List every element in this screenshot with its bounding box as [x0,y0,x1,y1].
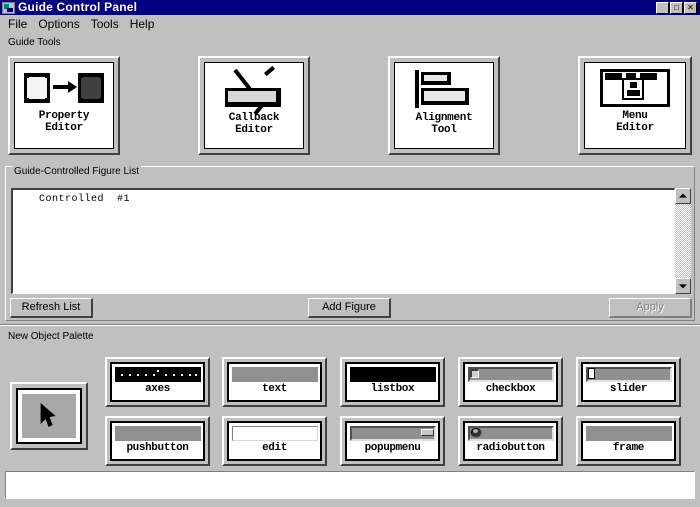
minimize-icon: _ [659,3,666,15]
add-figure-button[interactable]: Add Figure [308,298,391,318]
alignment-tool-face: Alignment Tool [394,62,494,149]
menu-editor-caption: Menu Editor [616,110,654,134]
close-icon: ✕ [687,2,694,12]
palette-item-frame-face: frame [581,421,676,461]
palette-item-pushbutton-label: pushbutton [126,442,189,454]
select-arrow-tool[interactable] [10,382,88,450]
window-controls: _ □ ✕ [656,1,697,15]
callback-editor-button[interactable]: Callback Editor [198,56,310,155]
palette-item-pushbutton-face: pushbutton [110,421,205,461]
alignment-tool-caption-line1: Alignment [415,112,473,124]
palette-item-popupmenu[interactable]: popupmenu [340,416,445,466]
palette-item-listbox-label: listbox [370,383,415,395]
close-button[interactable]: ✕ [684,1,697,14]
checkbox-glyph-icon [467,367,554,382]
title-bar: Guide Control Panel _ □ ✕ [0,0,700,15]
minimize-button[interactable]: _ [656,1,669,15]
select-arrow-tool-face [22,394,76,438]
figure-list-scrollbar[interactable] [675,188,691,294]
callback-editor-icon [223,65,285,116]
new-object-palette-label: New Object Palette [8,331,94,342]
palette-item-radiobutton-face: radiobutton [463,421,558,461]
menu-editor-button[interactable]: Menu Editor [578,56,692,155]
callback-editor-face: Callback Editor [204,62,304,149]
palette-item-edit-face: edit [227,421,322,461]
palette-item-text-face: text [227,362,322,402]
property-editor-face: Property Editor [14,62,114,149]
menu-editor-icon [600,69,670,107]
palette-item-edit[interactable]: edit [222,416,327,466]
palette-item-listbox[interactable]: listbox [340,357,445,407]
edit-glyph-icon [231,426,318,441]
palette-item-popupmenu-label: popupmenu [364,442,421,454]
scroll-down-arrow-icon [679,284,687,289]
alignment-tool-caption: Alignment Tool [416,112,473,136]
listbox-glyph-icon [349,367,436,382]
callback-editor-caption: Callback Editor [229,112,280,136]
palette-item-frame-label: frame [612,442,644,454]
system-menu-icon[interactable] [2,1,15,14]
arrow-cursor-icon [40,403,56,427]
palette-item-radiobutton[interactable]: radiobutton [458,416,563,466]
maximize-button[interactable]: □ [670,1,683,14]
menu-options[interactable]: Options [36,16,88,32]
scroll-up-arrow-icon [679,193,687,198]
palette-item-radiobutton-label: radiobutton [476,442,545,454]
axes-glyph-icon [114,367,201,382]
menu-editor-caption-line2: Editor [616,122,654,134]
menu-editor-caption-line1: Menu [622,110,648,122]
palette-item-axes-label: axes [145,383,170,395]
menu-help[interactable]: Help [128,16,164,32]
palette-item-edit-label: edit [262,442,287,454]
palette-item-slider[interactable]: slider [576,357,681,407]
menu-file[interactable]: File [6,16,36,32]
popupmenu-glyph-icon [349,426,436,441]
alignment-tool-icon [413,69,475,109]
property-editor-caption-line1: Property [38,110,90,122]
menu-editor-face: Menu Editor [584,62,686,149]
callback-editor-caption-line2: Editor [235,124,273,136]
guide-control-panel-window: Guide Control Panel _ □ ✕ File Options T… [0,0,700,507]
scroll-down-button[interactable] [675,278,691,294]
palette-item-slider-face: slider [581,362,676,402]
palette-item-text-label: text [262,383,287,395]
property-editor-icon [20,69,108,107]
palette-item-axes[interactable]: axes [105,357,210,407]
window-title: Guide Control Panel [18,0,138,14]
slider-glyph-icon [585,367,672,382]
property-editor-caption-line2: Editor [45,122,83,134]
pushbutton-glyph-icon [114,426,201,441]
apply-button[interactable]: Apply [609,298,692,318]
palette-item-listbox-face: listbox [345,362,440,402]
property-editor-caption: Property Editor [38,110,90,134]
palette-item-checkbox[interactable]: checkbox [458,357,563,407]
palette-item-checkbox-face: checkbox [463,362,558,402]
guide-tools-label: Guide Tools [8,37,61,48]
alignment-tool-button[interactable]: Alignment Tool [388,56,500,155]
status-bar [5,471,695,499]
list-item[interactable]: Controlled #1 [13,190,674,206]
menu-bar: File Options Tools Help [0,15,700,33]
alignment-tool-caption-line2: Tool [431,124,457,136]
palette-item-popupmenu-face: popupmenu [345,421,440,461]
scroll-up-button[interactable] [675,188,691,204]
palette-item-axes-face: axes [110,362,205,402]
palette-item-pushbutton[interactable]: pushbutton [105,416,210,466]
text-glyph-icon [231,367,318,382]
scrollbar-track[interactable] [675,204,691,278]
section-separator [0,324,700,326]
radiobutton-glyph-icon [467,426,554,441]
select-arrow-tool-frame [16,388,82,444]
menu-tools[interactable]: Tools [89,16,128,32]
figure-list-group-label: Guide-Controlled Figure List [12,166,142,178]
refresh-list-button[interactable]: Refresh List [10,298,93,318]
figure-listbox[interactable]: Controlled #1 [11,188,675,294]
palette-item-checkbox-label: checkbox [485,383,536,395]
palette-item-frame[interactable]: frame [576,416,681,466]
frame-glyph-icon [585,426,672,441]
palette-item-text[interactable]: text [222,357,327,407]
palette-item-slider-label: slider [609,383,648,395]
property-editor-button[interactable]: Property Editor [8,56,120,155]
maximize-icon: □ [674,2,679,12]
